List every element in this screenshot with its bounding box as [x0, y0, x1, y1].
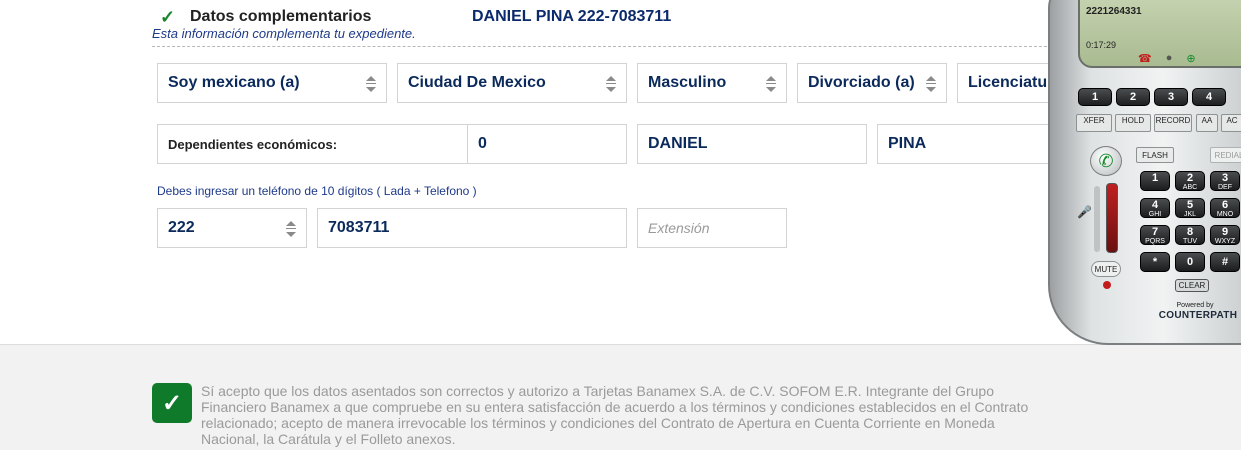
line-button-1[interactable]: 1 [1078, 88, 1112, 106]
phone-icon: ✆ [1098, 150, 1114, 171]
keypad-key[interactable]: 9 WXYZ [1210, 225, 1240, 245]
counterpath-logo: COUNTERPATH [1158, 310, 1238, 321]
city-select[interactable]: Ciudad De Mexico [397, 63, 627, 103]
gender-select[interactable]: Masculino [637, 63, 787, 103]
call-button[interactable]: ✆ [1090, 146, 1122, 176]
first-name-field[interactable]: DANIEL [637, 124, 867, 164]
marital-status-select[interactable]: Divorciado (a) [797, 63, 947, 103]
phone-hint: Debes ingresar un teléfono de 10 dígitos… [157, 184, 477, 198]
line-button-4[interactable]: 4 [1192, 88, 1226, 106]
section-title: Datos complementarios [190, 8, 372, 25]
select-arrows-icon [286, 221, 296, 237]
xfer-button[interactable]: XFER [1076, 114, 1112, 132]
volume-level[interactable] [1106, 183, 1118, 253]
check-icon: ✓ [160, 6, 176, 27]
lada-select[interactable]: 222 [157, 208, 307, 248]
keypad-key[interactable]: 3 DEF [1210, 171, 1240, 191]
record-button[interactable]: RECORD [1154, 114, 1192, 132]
keypad-key[interactable]: 4 GHI [1140, 198, 1170, 218]
add-user-icon: ⊕ [1186, 53, 1196, 65]
volume-track[interactable] [1094, 186, 1100, 252]
dependents-label: Dependientes económicos: [157, 124, 468, 164]
keypad-key[interactable]: 1 [1140, 171, 1170, 191]
select-arrows-icon [766, 76, 776, 92]
nationality-value: Soy mexicano (a) [168, 74, 300, 91]
phone-icon: ☎ [1138, 53, 1152, 65]
hold-button[interactable]: HOLD [1115, 114, 1151, 132]
mute-indicator [1103, 281, 1111, 289]
keypad-key[interactable]: 5 JKL [1175, 198, 1205, 218]
keypad-key[interactable]: 2 ABC [1175, 171, 1205, 191]
call-timer: 0:17:29 [1086, 40, 1117, 50]
accept-text: Sí acepto que los datos asentados son co… [201, 383, 1029, 447]
aa-button[interactable]: AA [1196, 114, 1218, 132]
keypad-key[interactable]: 7 PQRS [1140, 225, 1170, 245]
section-header: ✓ Datos complementarios [160, 6, 371, 28]
nationality-select[interactable]: Soy mexicano (a) [157, 63, 387, 103]
select-arrows-icon [606, 76, 616, 92]
line-button-2[interactable]: 2 [1116, 88, 1150, 106]
gender-value: Masculino [648, 74, 727, 91]
line-button-3[interactable]: 3 [1154, 88, 1188, 106]
phone-number-field[interactable]: 7083711 [317, 208, 627, 248]
keypad-key[interactable]: 0 [1175, 252, 1205, 272]
city-value: Ciudad De Mexico [408, 74, 546, 91]
last-name-field[interactable]: PINA [877, 124, 1067, 164]
user-icon: ● [1165, 52, 1173, 64]
powered-by-label: Powered by [1176, 302, 1214, 309]
marital-status-value: Divorciado (a) [808, 74, 915, 91]
keypad-key[interactable]: # [1210, 252, 1240, 272]
screen-status-icons: ☎ ● ⊕ [1138, 52, 1196, 65]
clear-button[interactable]: CLEAR [1175, 279, 1209, 292]
accept-checkbox[interactable]: ✓ [152, 383, 192, 423]
mute-button[interactable]: MUTE [1091, 261, 1121, 277]
section-subtitle: Esta información complementa tu expedien… [152, 26, 416, 41]
dependents-input[interactable]: 0 [467, 124, 627, 164]
keypad-key[interactable]: 8 TUV [1175, 225, 1205, 245]
select-arrows-icon [366, 76, 376, 92]
microphone-icon: 🎤 [1077, 205, 1092, 219]
ac-button[interactable]: AC [1221, 114, 1241, 132]
extension-field[interactable]: Extensión [637, 208, 787, 248]
select-arrows-icon [926, 76, 936, 92]
keypad-key[interactable]: 6 MNO [1210, 198, 1240, 218]
divider [152, 46, 1062, 47]
client-name: DANIEL PINA 222-7083711 [472, 8, 672, 25]
redial-button[interactable]: REDIAL [1210, 147, 1241, 163]
screen-number: 2221264331 [1086, 6, 1142, 17]
lada-value: 222 [168, 219, 195, 236]
flash-button[interactable]: FLASH [1136, 147, 1174, 163]
keypad-key[interactable]: * [1140, 252, 1170, 272]
